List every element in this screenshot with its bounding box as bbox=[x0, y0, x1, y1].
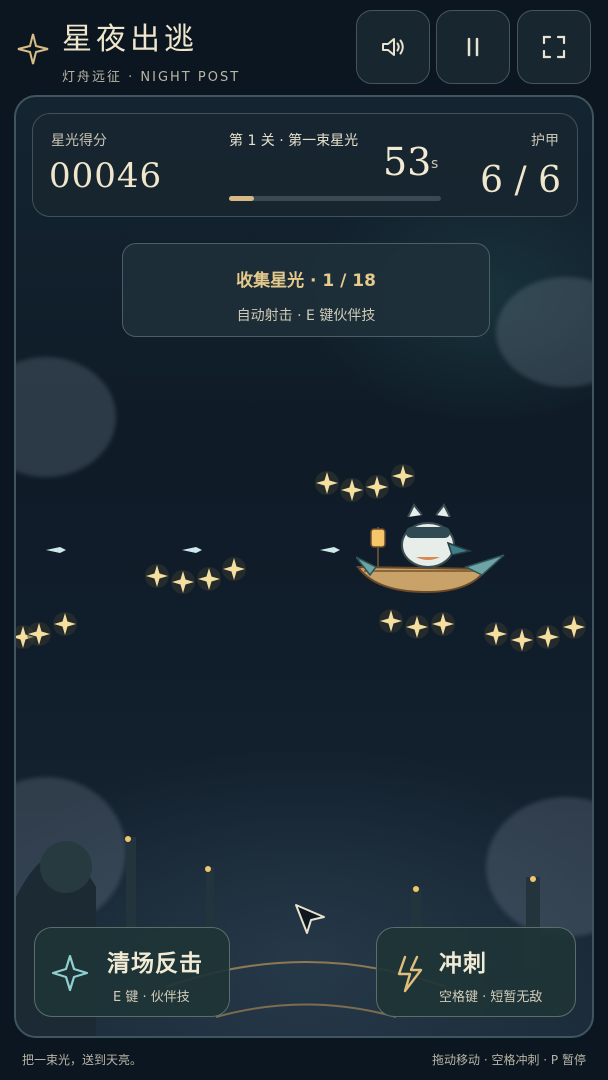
armor-label: 护甲 bbox=[531, 133, 559, 149]
fullscreen-icon bbox=[542, 35, 566, 59]
footer-controls-hint: 拖动移动 · 空格冲刺 · P 暂停 bbox=[432, 1053, 586, 1067]
objective-title: 收集星光 · 1 / 18 bbox=[236, 271, 376, 291]
hud-panel: 星光得分 00046 第 1 关 · 第一束星光 53 s 护甲 6 / 6 bbox=[32, 113, 578, 217]
clear-counterattack-button[interactable]: 清场反击 E 键 · 伙伴技 bbox=[34, 927, 230, 1017]
pause-icon bbox=[467, 37, 479, 57]
score-label: 星光得分 bbox=[51, 133, 107, 149]
armor-value: 6 / 6 bbox=[480, 160, 561, 201]
starlight-pickup bbox=[431, 612, 455, 636]
header: 星夜出逃 灯舟远征 · NIGHT POST bbox=[0, 0, 608, 92]
dash-hint: 空格键 · 短暂无敌 bbox=[439, 990, 543, 1005]
timer-unit: s bbox=[431, 156, 439, 172]
fullscreen-button[interactable] bbox=[517, 10, 591, 84]
game-canvas[interactable]: 星光得分 00046 第 1 关 · 第一束星光 53 s 护甲 6 / 6 收… bbox=[14, 95, 594, 1038]
footer-tagline: 把一束光，送到天亮。 bbox=[22, 1053, 143, 1067]
starlight-pickup bbox=[405, 615, 429, 639]
game-subtitle: 灯舟远征 · NIGHT POST bbox=[62, 70, 241, 85]
starlight-pickup bbox=[27, 622, 51, 646]
level-progress-fill bbox=[229, 196, 255, 201]
pause-button[interactable] bbox=[436, 10, 510, 84]
player-projectile bbox=[320, 547, 340, 553]
level-label: 第 1 关 · 第一束星光 bbox=[229, 133, 359, 149]
game-title: 星夜出逃 bbox=[62, 22, 198, 57]
starlight-pickup bbox=[315, 471, 339, 495]
level-progress-bar bbox=[229, 196, 441, 201]
starlight-pickup bbox=[222, 557, 246, 581]
dash-label: 冲刺 bbox=[439, 951, 487, 977]
logo-star-icon bbox=[17, 33, 49, 65]
starlight-pickup bbox=[197, 567, 221, 591]
starlight-pickup bbox=[171, 570, 195, 594]
clear-counterattack-label: 清场反击 bbox=[107, 951, 203, 977]
player-projectile bbox=[46, 547, 66, 553]
cloud-decoration bbox=[496, 277, 592, 387]
objective-hint: 自动射击 · E 键伙伴技 bbox=[236, 308, 376, 324]
cloud-decoration bbox=[16, 357, 116, 477]
lightning-icon bbox=[397, 955, 423, 993]
timer-value: 53 bbox=[383, 140, 432, 184]
speaker-icon bbox=[382, 38, 404, 56]
starlight-pickup bbox=[484, 622, 508, 646]
star-icon bbox=[51, 954, 89, 992]
pointer-cursor-icon bbox=[295, 904, 325, 934]
score-value: 00046 bbox=[49, 156, 163, 196]
starlight-pickup bbox=[536, 625, 560, 649]
starlight-pickup bbox=[510, 628, 534, 652]
starlight-pickup bbox=[53, 612, 77, 636]
starlight-pickup bbox=[379, 609, 403, 633]
player-projectile bbox=[182, 547, 202, 553]
starlight-pickup bbox=[562, 615, 586, 639]
sound-button[interactable] bbox=[356, 10, 430, 84]
player-lantern-ship bbox=[356, 503, 505, 594]
clear-counterattack-hint: E 键 · 伙伴技 bbox=[113, 990, 190, 1005]
starlight-pickup bbox=[391, 464, 415, 488]
starlight-pickup bbox=[145, 564, 169, 588]
dash-button[interactable]: 冲刺 空格键 · 短暂无敌 bbox=[376, 927, 576, 1017]
objective-panel: 收集星光 · 1 / 18 自动射击 · E 键伙伴技 bbox=[122, 243, 490, 337]
